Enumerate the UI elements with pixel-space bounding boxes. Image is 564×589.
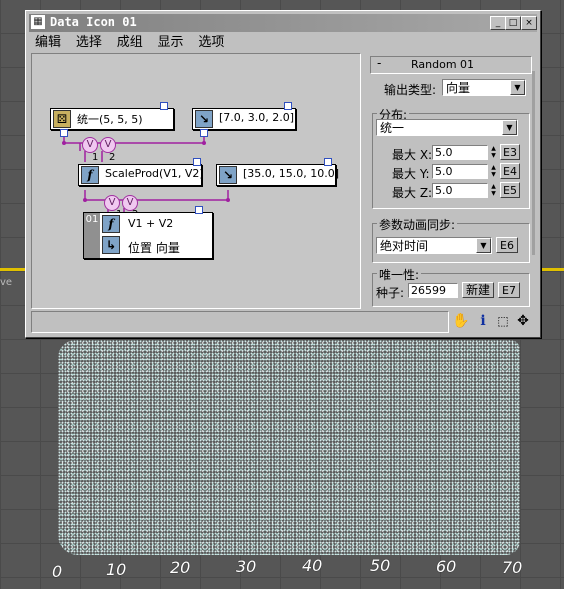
- ruler-label: 0: [52, 562, 63, 581]
- ruler-label: 40: [302, 556, 323, 575]
- vector-node-1[interactable]: ↘ [7.0, 3.0, 2.0]: [192, 108, 296, 130]
- ruler-label: 60: [436, 557, 457, 576]
- e6-button[interactable]: E6: [496, 237, 518, 253]
- region-select-icon[interactable]: ⬚: [494, 312, 512, 330]
- sync-caption: 参数动画同步:: [377, 216, 458, 233]
- max-y-input[interactable]: 5.0: [432, 164, 488, 179]
- minimize-button[interactable]: _: [490, 16, 506, 30]
- input-port[interactable]: [200, 129, 208, 137]
- e5-button[interactable]: E5: [500, 182, 520, 198]
- max-x-label: 最大 X:: [392, 148, 433, 162]
- dice-icon: ⚄: [53, 110, 71, 128]
- e3-button[interactable]: E3: [500, 144, 520, 160]
- arrow-icon: ↘: [195, 110, 213, 128]
- output-port[interactable]: [284, 102, 292, 110]
- unique-caption: 唯一性:: [377, 266, 422, 283]
- output-port[interactable]: [195, 206, 203, 214]
- close-button[interactable]: ×: [521, 16, 537, 30]
- ruler-label: 70: [502, 558, 523, 577]
- menu-bar: 编辑 选择 成组 显示 选项: [29, 33, 537, 53]
- new-seed-button[interactable]: 新建: [462, 282, 494, 298]
- operator-output: 位置 向量: [128, 241, 180, 255]
- operator-index: 01: [84, 213, 100, 258]
- scaleprod-node[interactable]: f ScaleProd(V1, V2): [78, 164, 204, 186]
- uniform-node-label: 统一(5, 5, 5): [77, 113, 143, 126]
- menu-edit[interactable]: 编辑: [35, 33, 61, 53]
- chevron-down-icon[interactable]: ▼: [502, 120, 517, 135]
- window-title: Data Icon 01: [50, 15, 137, 29]
- vector-node-1-label: [7.0, 3.0, 2.0]: [219, 111, 295, 124]
- node-canvas[interactable]: ⚄ 统一(5, 5, 5) ↘ [7.0, 3.0, 2.0] V V 1 2 …: [31, 53, 361, 309]
- function-icon: f: [102, 215, 120, 233]
- max-x-input[interactable]: 5.0: [432, 145, 488, 160]
- operator-node[interactable]: 01 f V1 + V2 ↳ 位置 向量: [83, 212, 213, 259]
- spinner-arrows-icon[interactable]: ▲ ▼: [489, 164, 498, 179]
- ruler-label: 30: [236, 557, 257, 576]
- output-port[interactable]: [324, 158, 332, 166]
- variable-node[interactable]: V: [100, 137, 116, 153]
- info-icon[interactable]: i: [474, 312, 492, 330]
- e4-button[interactable]: E4: [500, 163, 520, 179]
- viewport-side-label: ve: [0, 277, 13, 288]
- sync-select[interactable]: 绝对时间 ▼: [376, 237, 492, 254]
- ruler-label: 10: [106, 560, 127, 579]
- uniform-node[interactable]: ⚄ 统一(5, 5, 5): [50, 108, 174, 130]
- max-y-label: 最大 Y:: [392, 167, 430, 181]
- status-bar: [31, 311, 449, 333]
- output-port[interactable]: [160, 102, 168, 110]
- scaleprod-node-label: ScaleProd(V1, V2): [105, 167, 204, 180]
- collapse-toggle[interactable]: -: [377, 56, 381, 70]
- distribution-value: 统一: [380, 121, 405, 135]
- output-type-select[interactable]: 向量 ▼: [442, 79, 526, 96]
- particle-cloud: [58, 340, 520, 555]
- panel-scrollbar[interactable]: [532, 71, 535, 255]
- app-icon: ▦: [31, 15, 45, 29]
- menu-options[interactable]: 选项: [198, 33, 224, 53]
- maximize-button[interactable]: □: [505, 16, 521, 30]
- input-port[interactable]: [60, 129, 68, 137]
- menu-display[interactable]: 显示: [158, 33, 184, 53]
- function-icon: f: [81, 166, 99, 184]
- output-port[interactable]: [193, 158, 201, 166]
- distribution-select[interactable]: 统一 ▼: [376, 119, 518, 136]
- vector-node-2[interactable]: ↘ [35.0, 15.0, 10.0]: [216, 164, 340, 186]
- title-bar[interactable]: ▦ Data Icon 01 _ □ ×: [29, 14, 537, 32]
- seed-input[interactable]: 26599: [408, 283, 458, 298]
- vector-node-2-label: [35.0, 15.0, 10.0]: [243, 167, 340, 180]
- ruler-label: 50: [370, 556, 391, 575]
- menu-select[interactable]: 选择: [76, 33, 102, 53]
- output-type-label: 输出类型:: [384, 83, 437, 97]
- seed-label: 种子:: [376, 286, 405, 300]
- variable-node[interactable]: V: [82, 137, 98, 153]
- spinner-arrows-icon[interactable]: ▲ ▼: [489, 145, 498, 160]
- chevron-down-icon[interactable]: ▼: [510, 80, 525, 95]
- port-number: 2: [109, 152, 116, 163]
- pan-hand-icon[interactable]: ✋: [452, 312, 470, 330]
- rollout-title: Random 01: [411, 58, 475, 71]
- menu-group[interactable]: 成组: [117, 33, 143, 53]
- spinner-arrows-icon[interactable]: ▲ ▼: [489, 183, 498, 198]
- rollout-header[interactable]: - Random 01: [370, 56, 532, 74]
- move-icon[interactable]: ✥: [514, 312, 532, 330]
- properties-panel: - Random 01 输出类型: 向量 ▼ 分布: 统一 ▼ 最大 X: 5.…: [366, 53, 534, 307]
- data-icon-window: ▦ Data Icon 01 _ □ × 编辑 选择 成组 显示 选项 ⚄ 统一…: [25, 10, 541, 338]
- port-number: 1: [92, 152, 99, 163]
- e7-button[interactable]: E7: [498, 282, 520, 298]
- sync-value: 绝对时间: [380, 239, 429, 253]
- ruler-label: 20: [170, 558, 191, 577]
- arrow-icon: ↘: [219, 166, 237, 184]
- max-z-input[interactable]: 5.0: [432, 183, 488, 198]
- operator-expression: V1 + V2: [128, 217, 174, 230]
- position-icon: ↳: [102, 236, 120, 254]
- chevron-down-icon[interactable]: ▼: [476, 238, 491, 253]
- max-z-label: 最大 Z:: [392, 186, 433, 200]
- viewport-ruler: 0 10 20 30 40 50 60 70: [0, 548, 564, 581]
- output-type-value: 向量: [446, 81, 471, 95]
